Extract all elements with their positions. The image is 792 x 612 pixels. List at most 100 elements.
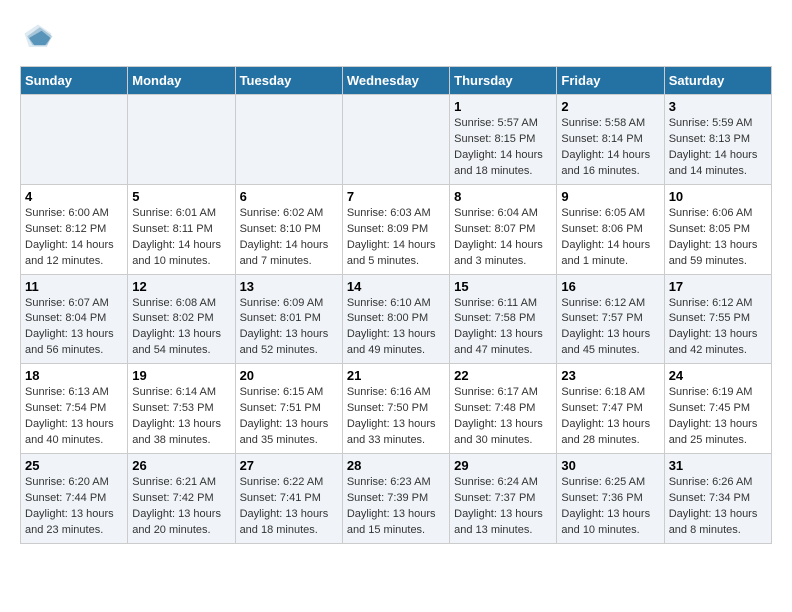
calendar-cell: 23Sunrise: 6:18 AM Sunset: 7:47 PM Dayli… [557,364,664,454]
day-number: 17 [669,279,767,294]
day-info: Sunrise: 6:11 AM Sunset: 7:58 PM Dayligh… [454,296,552,360]
day-info: Sunrise: 6:13 AM Sunset: 7:54 PM Dayligh… [25,385,123,449]
calendar-cell [342,95,449,185]
calendar-cell [128,95,235,185]
calendar-cell: 5 Sunrise: 6:01 AM Sunset: 8:11 PM Daylig… [128,184,235,274]
calendar-cell: 3 Sunrise: 5:59 AM Sunset: 8:13 PM Daylig… [664,95,771,185]
header [20,20,772,56]
calendar-week-1: 1 Sunrise: 5:57 AM Sunset: 8:15 PM Daylig… [21,95,772,185]
day-number: 10 [669,189,767,204]
day-info: Sunrise: 6:22 AM Sunset: 7:41 PM Dayligh… [240,475,338,539]
calendar-cell: 9Sunrise: 6:05 AM Sunset: 8:06 PM Daylig… [557,184,664,274]
day-info: Sunrise: 6:04 AM Sunset: 8:07 PM Dayligh… [454,206,552,270]
day-number: 26 [132,458,230,473]
weekday-header-friday: Friday [557,67,664,95]
day-info: Sunrise: 6:16 AM Sunset: 7:50 PM Dayligh… [347,385,445,449]
day-number: 31 [669,458,767,473]
day-info: Sunrise: 6:17 AM Sunset: 7:48 PM Dayligh… [454,385,552,449]
calendar-cell: 6 Sunrise: 6:02 AM Sunset: 8:10 PM Daylig… [235,184,342,274]
day-number: 7 [347,189,445,204]
day-number: 19 [132,368,230,383]
calendar-body: 1 Sunrise: 5:57 AM Sunset: 8:15 PM Daylig… [21,95,772,544]
day-number: 4 [25,189,123,204]
calendar-cell: 15 Sunrise: 6:11 AM Sunset: 7:58 PM Dayli… [450,274,557,364]
calendar-cell: 17 Sunrise: 6:12 AM Sunset: 7:55 PM Dayli… [664,274,771,364]
day-number: 15 [454,279,552,294]
weekday-header-thursday: Thursday [450,67,557,95]
day-number: 14 [347,279,445,294]
day-number: 3 [669,99,767,114]
day-number: 13 [240,279,338,294]
weekday-header-tuesday: Tuesday [235,67,342,95]
day-info: Sunrise: 6:26 AM Sunset: 7:34 PM Dayligh… [669,475,767,539]
day-number: 11 [25,279,123,294]
day-number: 6 [240,189,338,204]
calendar-cell [21,95,128,185]
calendar-cell: 20Sunrise: 6:15 AM Sunset: 7:51 PM Dayli… [235,364,342,454]
weekday-row: SundayMondayTuesdayWednesdayThursdayFrid… [21,67,772,95]
day-number: 21 [347,368,445,383]
day-info: Sunrise: 6:24 AM Sunset: 7:37 PM Dayligh… [454,475,552,539]
calendar-cell: 12Sunrise: 6:08 AM Sunset: 8:02 PM Dayli… [128,274,235,364]
day-number: 18 [25,368,123,383]
day-info: Sunrise: 6:00 AM Sunset: 8:12 PM Dayligh… [25,206,123,270]
calendar-table: SundayMondayTuesdayWednesdayThursdayFrid… [20,66,772,544]
weekday-header-wednesday: Wednesday [342,67,449,95]
day-info: Sunrise: 6:20 AM Sunset: 7:44 PM Dayligh… [25,475,123,539]
calendar-cell: 10 Sunrise: 6:06 AM Sunset: 8:05 PM Dayli… [664,184,771,274]
calendar-cell: 14 Sunrise: 6:10 AM Sunset: 8:00 PM Dayli… [342,274,449,364]
day-info: Sunrise: 6:03 AM Sunset: 8:09 PM Dayligh… [347,206,445,270]
day-info: Sunrise: 6:07 AM Sunset: 8:04 PM Dayligh… [25,296,123,360]
calendar-cell: 16 Sunrise: 6:12 AM Sunset: 7:57 PM Dayli… [557,274,664,364]
day-info: Sunrise: 5:57 AM Sunset: 8:15 PM Dayligh… [454,116,552,180]
day-info: Sunrise: 6:09 AM Sunset: 8:01 PM Dayligh… [240,296,338,360]
calendar-cell: 8 Sunrise: 6:04 AM Sunset: 8:07 PM Daylig… [450,184,557,274]
calendar-cell: 28Sunrise: 6:23 AM Sunset: 7:39 PM Dayli… [342,454,449,544]
calendar-cell: 29 Sunrise: 6:24 AM Sunset: 7:37 PM Dayli… [450,454,557,544]
logo [20,20,62,56]
day-info: Sunrise: 6:14 AM Sunset: 7:53 PM Dayligh… [132,385,230,449]
calendar-cell: 19 Sunrise: 6:14 AM Sunset: 7:53 PM Dayli… [128,364,235,454]
calendar-cell: 2 Sunrise: 5:58 AM Sunset: 8:14 PM Daylig… [557,95,664,185]
day-number: 5 [132,189,230,204]
day-number: 12 [132,279,230,294]
calendar-week-4: 18 Sunrise: 6:13 AM Sunset: 7:54 PM Dayli… [21,364,772,454]
day-info: Sunrise: 5:58 AM Sunset: 8:14 PM Dayligh… [561,116,659,180]
calendar-cell: 22 Sunrise: 6:17 AM Sunset: 7:48 PM Dayli… [450,364,557,454]
day-number: 9 [561,189,659,204]
day-info: Sunrise: 6:12 AM Sunset: 7:55 PM Dayligh… [669,296,767,360]
day-number: 2 [561,99,659,114]
calendar-cell: 13 Sunrise: 6:09 AM Sunset: 8:01 PM Dayli… [235,274,342,364]
calendar-cell: 21 Sunrise: 6:16 AM Sunset: 7:50 PM Dayli… [342,364,449,454]
day-info: Sunrise: 6:06 AM Sunset: 8:05 PM Dayligh… [669,206,767,270]
calendar-week-2: 4 Sunrise: 6:00 AM Sunset: 8:12 PM Daylig… [21,184,772,274]
day-number: 16 [561,279,659,294]
calendar-cell: 25 Sunrise: 6:20 AM Sunset: 7:44 PM Dayli… [21,454,128,544]
day-info: Sunrise: 6:15 AM Sunset: 7:51 PM Dayligh… [240,385,338,449]
day-number: 29 [454,458,552,473]
day-number: 24 [669,368,767,383]
calendar-cell [235,95,342,185]
day-info: Sunrise: 6:10 AM Sunset: 8:00 PM Dayligh… [347,296,445,360]
logo-icon [20,20,56,56]
weekday-header-monday: Monday [128,67,235,95]
weekday-header-saturday: Saturday [664,67,771,95]
day-info: Sunrise: 6:12 AM Sunset: 7:57 PM Dayligh… [561,296,659,360]
calendar-cell: 18 Sunrise: 6:13 AM Sunset: 7:54 PM Dayli… [21,364,128,454]
day-number: 25 [25,458,123,473]
day-number: 1 [454,99,552,114]
calendar-week-3: 11 Sunrise: 6:07 AM Sunset: 8:04 PM Dayli… [21,274,772,364]
day-number: 27 [240,458,338,473]
day-info: Sunrise: 6:25 AM Sunset: 7:36 PM Dayligh… [561,475,659,539]
day-number: 8 [454,189,552,204]
day-info: Sunrise: 5:59 AM Sunset: 8:13 PM Dayligh… [669,116,767,180]
day-info: Sunrise: 6:02 AM Sunset: 8:10 PM Dayligh… [240,206,338,270]
calendar-cell: 7 Sunrise: 6:03 AM Sunset: 8:09 PM Daylig… [342,184,449,274]
calendar-cell: 4 Sunrise: 6:00 AM Sunset: 8:12 PM Daylig… [21,184,128,274]
day-number: 22 [454,368,552,383]
calendar-cell: 11 Sunrise: 6:07 AM Sunset: 8:04 PM Dayli… [21,274,128,364]
day-number: 23 [561,368,659,383]
calendar-cell: 27 Sunrise: 6:22 AM Sunset: 7:41 PM Dayli… [235,454,342,544]
day-info: Sunrise: 6:01 AM Sunset: 8:11 PM Dayligh… [132,206,230,270]
calendar-header: SundayMondayTuesdayWednesdayThursdayFrid… [21,67,772,95]
